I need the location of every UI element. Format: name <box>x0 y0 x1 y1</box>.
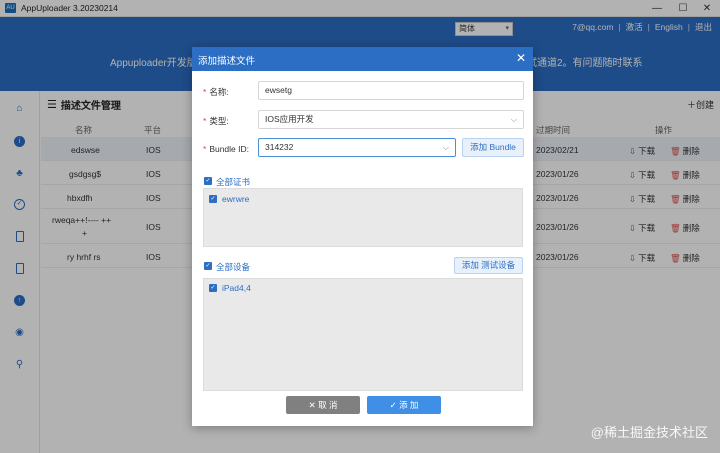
cert-list: ✓ ewrwre <box>203 188 523 247</box>
cancel-label: 取 消 <box>318 400 338 410</box>
cert-checkbox[interactable]: ✓ <box>209 195 217 203</box>
chevron-down-icon: ⌵ <box>442 143 449 152</box>
bundle-id-value: 314232 <box>265 142 294 152</box>
device-list: ✓ iPad4,4 <box>203 278 523 391</box>
app-window: AU AppUploader 3.20230214 — ☐ ✕ 简体 ▾ 7@q… <box>0 0 720 453</box>
chevron-down-icon: ⌵ <box>510 115 517 124</box>
all-devices-label: 全部设备 <box>216 262 251 272</box>
name-field[interactable]: ewsetg <box>258 81 524 100</box>
add-test-device-button[interactable]: 添加 测试设备 <box>454 257 523 274</box>
add-bundle-button[interactable]: 添加 Bundle <box>462 138 524 157</box>
check-icon: ✓ <box>389 400 397 410</box>
type-select-value: IOS应用开发 <box>265 114 314 124</box>
all-certs-checkbox[interactable]: ✓ <box>204 177 212 185</box>
name-label: * 名称: <box>203 87 229 97</box>
cancel-button[interactable]: ✕ 取 消 <box>286 396 360 414</box>
device-item-label: iPad4,4 <box>222 283 251 293</box>
close-icon: ✕ <box>308 400 316 410</box>
watermark: @稀土掘金技术社区 <box>590 425 708 440</box>
bundle-id-select[interactable]: 314232 ⌵ <box>258 138 456 157</box>
dialog-title: 添加描述文件 <box>198 56 256 67</box>
device-checkbox[interactable]: ✓ <box>209 284 217 292</box>
add-profile-dialog: 添加描述文件 ✕ * 名称: ewsetg * 类型: IOS应用开发 ⌵ * Bun… <box>192 47 533 426</box>
all-certs-label: 全部证书 <box>216 177 251 187</box>
dialog-header: 添加描述文件 ✕ <box>192 47 533 71</box>
type-label: * 类型: <box>203 116 229 126</box>
bundle-id-label: * Bundle ID: <box>203 144 250 154</box>
all-devices-checkbox[interactable]: ✓ <box>204 262 212 270</box>
cert-item-label: ewrwre <box>222 194 250 204</box>
close-icon[interactable]: ✕ <box>516 51 526 65</box>
name-field-value: ewsetg <box>265 85 292 95</box>
add-button[interactable]: ✓ 添 加 <box>367 396 441 414</box>
type-select[interactable]: IOS应用开发 ⌵ <box>258 110 524 129</box>
add-label: 添 加 <box>399 400 419 410</box>
